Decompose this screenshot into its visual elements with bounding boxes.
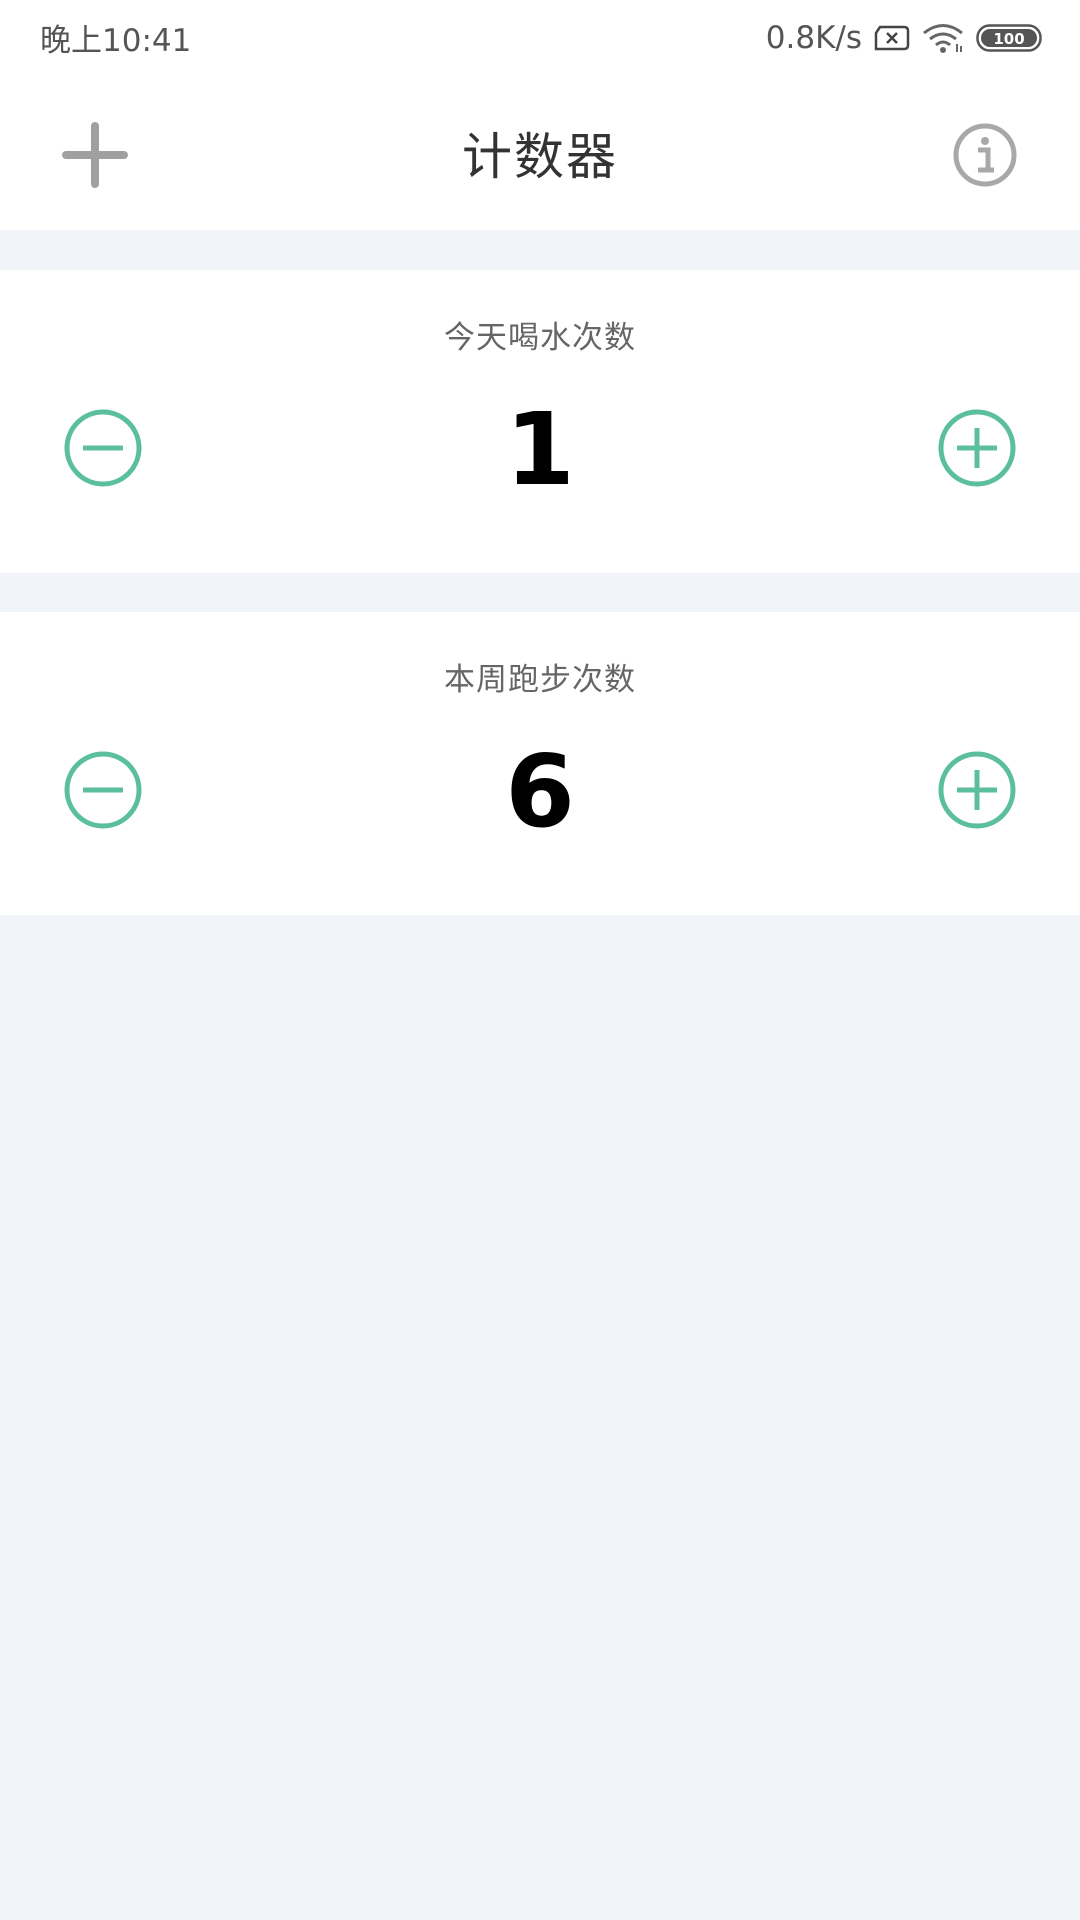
battery-icon: 100 xyxy=(976,23,1042,52)
wifi-icon xyxy=(922,22,964,54)
plus-icon xyxy=(62,122,128,188)
plus-circle-icon xyxy=(938,751,1016,829)
status-time: 晚上10:41 xyxy=(40,23,192,59)
sim-blocked-icon xyxy=(874,25,910,51)
counter-label: 今天喝水次数 xyxy=(444,320,636,356)
battery-level: 100 xyxy=(993,30,1024,48)
page-title: 计数器 xyxy=(462,127,618,186)
status-icons: 0.8K/s 100 xyxy=(766,20,1042,56)
plus-circle-icon xyxy=(938,409,1016,487)
status-bar: 晚上10:41 0.8K/s 100 xyxy=(0,0,1080,75)
network-speed: 0.8K/s xyxy=(765,19,862,56)
counter-value: 6 xyxy=(505,733,575,850)
counter-card: 今天喝水次数 1 xyxy=(0,270,1080,573)
counter-value: 1 xyxy=(505,391,575,508)
increment-button[interactable] xyxy=(937,408,1017,488)
add-counter-button[interactable] xyxy=(55,115,135,195)
increment-button[interactable] xyxy=(937,750,1017,830)
app-header: 计数器 xyxy=(0,75,1080,230)
info-button[interactable] xyxy=(945,115,1025,195)
info-icon xyxy=(953,123,1017,187)
counter-card: 本周跑步次数 6 xyxy=(0,612,1080,915)
counter-label: 本周跑步次数 xyxy=(444,662,636,698)
